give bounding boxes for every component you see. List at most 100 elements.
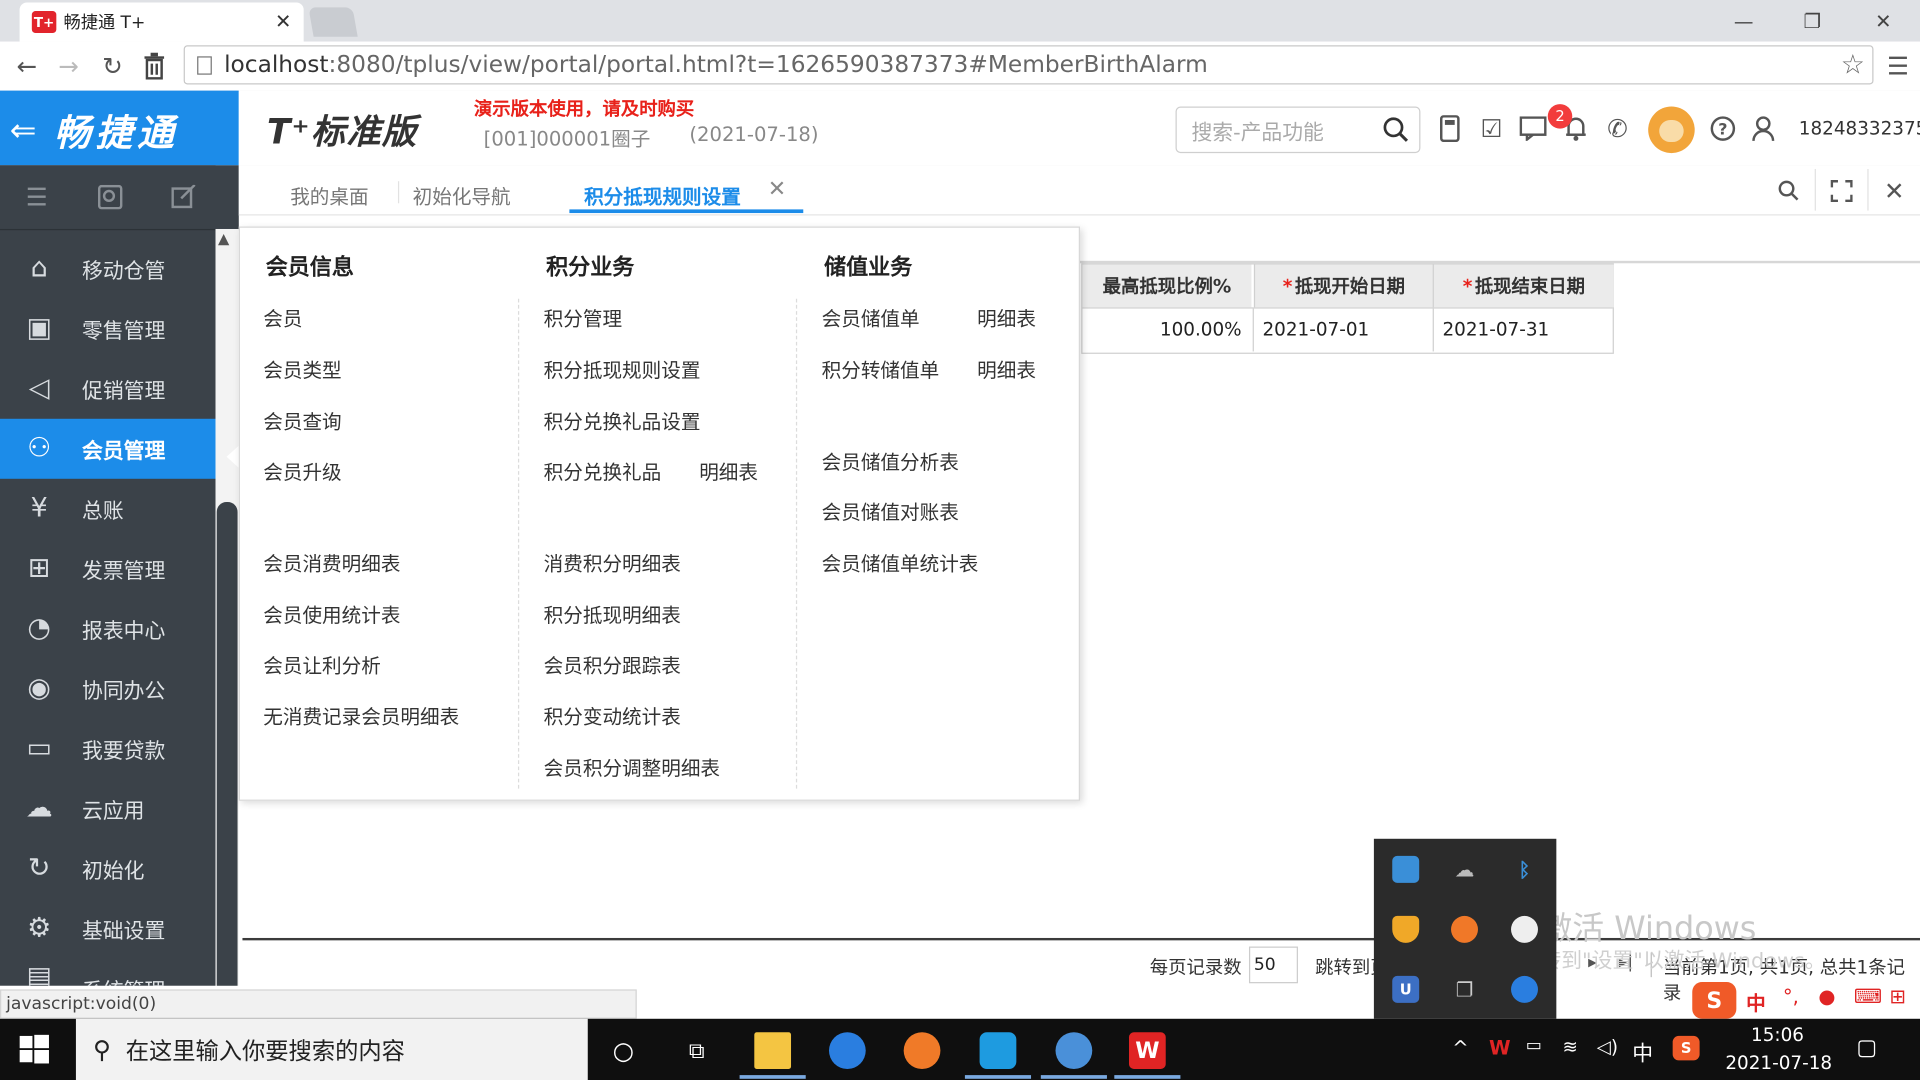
menu-item-member-upgrade[interactable]: 会员升级 [263,456,341,485]
clover-app-icon[interactable] [979,1032,1017,1069]
per-page-input[interactable]: 50 [1248,946,1298,984]
taskbar-ime-mode[interactable]: 中 [1632,1036,1653,1066]
menu-item-member[interactable]: 会员 [263,302,302,331]
help-icon[interactable]: ? [1707,113,1739,145]
fullscreen-icon[interactable] [1826,175,1858,207]
network-app-icon[interactable] [1392,855,1420,883]
onedrive-icon[interactable]: ☁ [1451,856,1478,883]
copy-app-icon[interactable]: ❐ [1451,976,1478,1003]
url-field[interactable]: localhost:8080/tplus/view/portal/portal.… [183,45,1874,85]
chevron-up-icon[interactable]: ^ [1452,1036,1468,1059]
trash-icon[interactable] [137,49,171,83]
back-arrow-icon[interactable]: ← [10,49,44,83]
menu-item-gift-setting[interactable]: 积分兑换礼品设置 [544,405,701,434]
cell-max-ratio[interactable]: 100.00% [1082,309,1242,352]
forward-arrow-icon[interactable]: → [51,49,85,83]
sogou-tray-icon[interactable]: S [1672,1035,1700,1061]
edit-icon[interactable] [169,182,198,211]
cortana-icon[interactable]: ○ [605,1032,642,1069]
ime-mode[interactable]: 中 [1746,987,1766,1016]
column-header-end-date[interactable]: * 抵现结束日期 [1432,264,1614,308]
menu-item-points-to-stored[interactable]: 积分转储值单 [822,354,940,383]
user-icon[interactable] [1747,113,1779,145]
calculator-icon[interactable] [1434,113,1466,145]
punctuation-icon[interactable]: °, [1783,984,1799,1007]
search-menu-icon[interactable] [96,182,125,211]
sun-app-icon[interactable] [1451,915,1478,943]
tab-my-desktop[interactable]: 我的桌面 [290,180,368,209]
sidebar-item-ledger[interactable]: ¥ 总账 [0,479,216,539]
menu-item-stored-stats[interactable]: 会员储值单统计表 [822,547,979,576]
back-arrow-icon[interactable]: ⇐ [10,113,37,150]
close-icon[interactable]: ✕ [275,10,291,33]
menu-item-stored-analysis[interactable]: 会员储值分析表 [822,446,959,475]
menu-item-points-change-stats[interactable]: 积分变动统计表 [544,700,681,729]
clock-date[interactable]: 2021-07-18 [1725,1052,1832,1074]
menu-item-stored-value-bill[interactable]: 会员储值单 [822,302,920,331]
sidebar-item-cloud[interactable]: ☁ 云应用 [0,779,216,839]
menu-item-consumption-points[interactable]: 消费积分明细表 [544,547,681,576]
search-input[interactable]: 搜索-产品功能 [1175,106,1421,154]
column-header-start-date[interactable]: * 抵现开始日期 [1253,264,1433,308]
battery-icon[interactable]: ▭ [1526,1036,1542,1056]
shield-icon[interactable] [1392,915,1420,943]
file-explorer-icon[interactable] [754,1032,792,1069]
menu-icon[interactable]: ☰ [1881,49,1915,83]
reload-icon[interactable]: ↻ [96,49,130,83]
task-list-icon[interactable]: ☑ [1476,113,1508,145]
tab-close-icon[interactable]: ✕ [768,176,786,202]
column-header-max-ratio[interactable]: 最高抵现比例% [1082,264,1252,308]
wps-icon[interactable]: W [1128,1032,1166,1069]
u-app-icon[interactable]: U [1392,975,1420,1003]
tab-init-nav[interactable]: 初始化导航 [413,180,511,209]
sidebar-item-mobile-warehouse[interactable]: ⌂ 移动仓管 [0,239,216,299]
sidebar-item-loan[interactable]: ▭ 我要贷款 [0,719,216,779]
sidebar-item-init[interactable]: ↻ 初始化 [0,839,216,899]
menu-item-consumption-detail[interactable]: 会员消费明细表 [263,547,400,576]
sidebar-item-retail[interactable]: ▣ 零售管理 [0,299,216,359]
restore-icon[interactable]: ❐ [1778,0,1847,42]
menu-item-member-query[interactable]: 会员查询 [263,405,341,434]
search-icon[interactable] [1380,114,1412,146]
menu-item-points-to-stored-detail[interactable]: 明细表 [977,354,1036,383]
user-phone[interactable]: 18248332375 [1799,118,1920,140]
cell-end-date[interactable]: 2021-07-31 [1432,308,1613,352]
sidebar-item-report[interactable]: ◔ 报表中心 [0,599,216,659]
close-page-icon[interactable]: ✕ [1878,175,1910,207]
new-tab-button[interactable] [308,7,358,37]
microphone-icon[interactable]: ● [1818,984,1835,1007]
ie-app-icon[interactable] [1055,1032,1093,1069]
wifi-icon[interactable]: ≋ [1562,1036,1577,1058]
volume-icon[interactable]: ◁) [1597,1036,1618,1058]
sidebar-item-system[interactable]: ▤系统管理 [0,959,216,986]
window-close-icon[interactable]: ✕ [1849,0,1918,42]
qq-icon[interactable] [1511,915,1538,943]
keyboard-icon[interactable]: ⌨ [1854,984,1882,1007]
sidebar-scroll-thumb[interactable] [216,502,238,986]
minimize-icon[interactable]: — [1709,0,1778,42]
menu-item-usage-stats[interactable]: 会员使用统计表 [263,599,400,628]
menu-item-points-rule[interactable]: 积分抵现规则设置 [544,354,701,383]
sogou-browser-icon[interactable] [828,1032,866,1069]
task-view-icon[interactable]: ⧉ [678,1032,715,1069]
message-icon[interactable] [1517,113,1549,145]
menu-item-points-manage[interactable]: 积分管理 [544,302,622,331]
menu-item-gift-exchange[interactable]: 积分兑换礼品 [544,456,662,485]
clock-time[interactable]: 15:06 [1751,1024,1804,1046]
menu-item-member-type[interactable]: 会员类型 [263,354,341,383]
cell-start-date[interactable]: 2021-07-01 [1252,308,1432,352]
sidebar-item-settings[interactable]: ⚙ 基础设置 [0,899,216,959]
sogou-ime-icon[interactable]: S [1692,982,1737,1019]
search-icon[interactable] [1773,175,1805,207]
menu-item-points-adjust[interactable]: 会员积分调整明细表 [544,752,720,781]
phone-icon[interactable]: ✆ [1602,113,1634,145]
sidebar-item-collab[interactable]: ◉ 协同办公 [0,659,216,719]
menu-item-stored-value-detail[interactable]: 明细表 [977,302,1036,331]
menu-item-stored-reconcile[interactable]: 会员储值对账表 [822,496,959,525]
menu-item-no-consumption[interactable]: 无消费记录会员明细表 [263,700,459,729]
bookmark-star-icon[interactable]: ☆ [1841,50,1865,81]
grid-menu-icon[interactable]: ⊞ [1889,984,1905,1007]
windows-start-icon[interactable] [19,1034,49,1064]
menu-item-discount-analysis[interactable]: 会员让利分析 [263,649,381,678]
sidebar-item-member[interactable]: ⚇ 会员管理 [0,418,216,479]
